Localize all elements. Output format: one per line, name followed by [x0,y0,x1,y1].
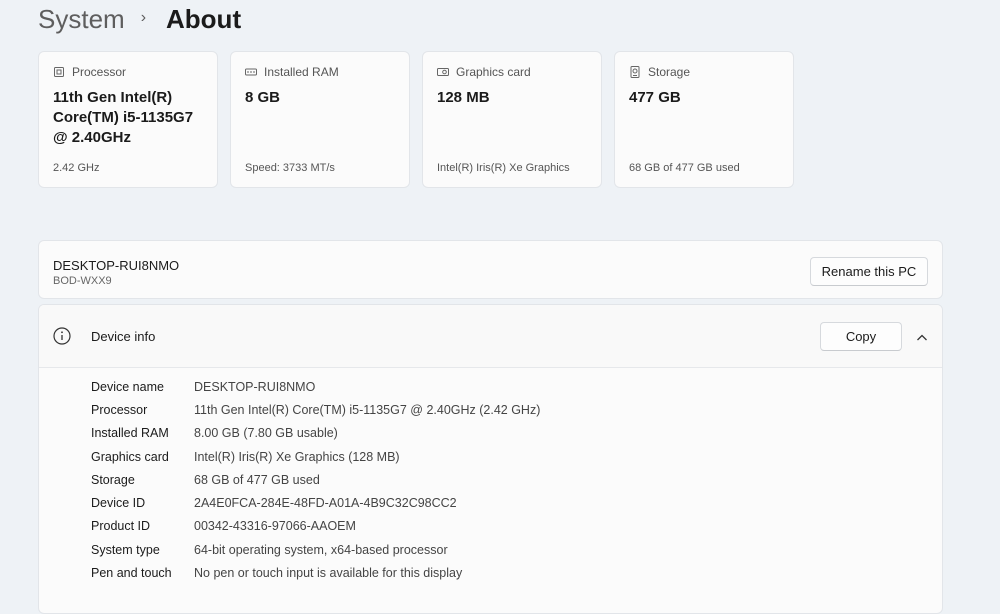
spec-value: No pen or touch input is available for t… [194,566,463,581]
spec-label: Pen and touch [91,566,172,581]
spec-row: Graphics card Intel(R) Iris(R) Xe Graphic… [91,445,540,468]
ram-card-label: Installed RAM [264,65,339,79]
device-info-section: Device info Copy Device name DESKTOP-RUI8… [38,304,943,614]
chevron-up-icon[interactable] [916,330,928,341]
spec-row: Storage 68 GB of 477 GB used [91,468,540,491]
spec-label: Storage [91,472,135,487]
spec-row: Device ID 2A4E0FCA-284E-48FD-A01A-4B9C32C… [91,491,540,514]
processor-card-sub: 2.42 GHz [53,162,100,174]
spec-value: 2A4E0FCA-284E-48FD-A01A-4B9C32C98CC2 [194,496,457,511]
spec-label: Installed RAM [91,426,169,441]
device-info-header[interactable]: Device info Copy [39,305,942,368]
spec-row: Product ID 00342-43316-97066-AAOEM [91,515,540,538]
storage-card-label: Storage [648,65,691,79]
spec-label: Device ID [91,496,146,511]
storage-card-value: 477 GB [629,89,681,106]
graphics-card-sub: Intel(R) Iris(R) Xe Graphics [437,162,570,174]
pc-model: BOD-WXX9 [53,275,112,287]
spec-value: 00342-43316-97066-AAOEM [194,519,356,534]
ram-icon [245,66,257,78]
info-icon [53,327,71,345]
breadcrumb-system-link[interactable]: System [38,4,125,35]
copy-button[interactable]: Copy [820,322,902,351]
spec-label: Processor [91,402,148,417]
spec-label: System type [91,542,160,557]
pc-name-row: DESKTOP-RUI8NMO BOD-WXX9 Rename this PC [38,240,943,299]
spec-row: Device name DESKTOP-RUI8NMO [91,375,540,398]
storage-card-sub: 68 GB of 477 GB used [629,162,740,174]
device-specs: Device name DESKTOP-RUI8NMO Processor 11th… [91,375,540,585]
spec-value: DESKTOP-RUI8NMO [194,379,316,394]
rename-pc-button[interactable]: Rename this PC [810,257,928,286]
breadcrumb: System › About [38,2,241,36]
ram-card-sub: Speed: 3733 MT/s [245,162,335,174]
spec-row: System type 64-bit operating system, x64-… [91,538,540,561]
storage-icon [629,66,641,78]
processor-card: Processor 11th Gen Intel(R) Core(TM) i5-… [38,51,218,188]
spec-cards: Processor 11th Gen Intel(R) Core(TM) i5-… [38,51,794,188]
spec-value: 8.00 GB (7.80 GB usable) [194,426,338,441]
ram-card: Installed RAM 8 GB Speed: 3733 MT/s [230,51,410,188]
spec-label: Device name [91,379,164,394]
ram-card-value: 8 GB [245,89,281,106]
processor-card-value: 11th Gen Intel(R) Core(TM) i5-1135G7 @ 2… [53,89,194,146]
processor-card-label: Processor [72,65,127,79]
pc-name: DESKTOP-RUI8NMO [53,258,180,273]
graphics-card-label: Graphics card [456,65,531,79]
spec-value: Intel(R) Iris(R) Xe Graphics (128 MB) [194,449,400,464]
graphics-card: Graphics card 128 MB Intel(R) Iris(R) Xe… [422,51,602,188]
spec-value: 68 GB of 477 GB used [194,472,320,487]
spec-row: Pen and touch No pen or touch input is av… [91,561,540,584]
device-info-title: Device info [91,329,156,344]
graphics-card-value: 128 MB [437,89,490,106]
graphics-card-icon [437,66,449,78]
storage-card: Storage 477 GB 68 GB of 477 GB used [614,51,794,188]
processor-icon [53,66,65,78]
spec-value: 64-bit operating system, x64-based proce… [194,542,448,557]
spec-label: Product ID [91,519,151,534]
page-title: About [166,3,242,34]
chevron-right-icon: › [140,9,147,26]
spec-value: 11th Gen Intel(R) Core(TM) i5-1135G7 @ 2… [194,402,541,417]
spec-row: Installed RAM 8.00 GB (7.80 GB usable) [91,422,540,445]
spec-row: Processor 11th Gen Intel(R) Core(TM) i5-1… [91,398,540,421]
spec-label: Graphics card [91,449,169,464]
